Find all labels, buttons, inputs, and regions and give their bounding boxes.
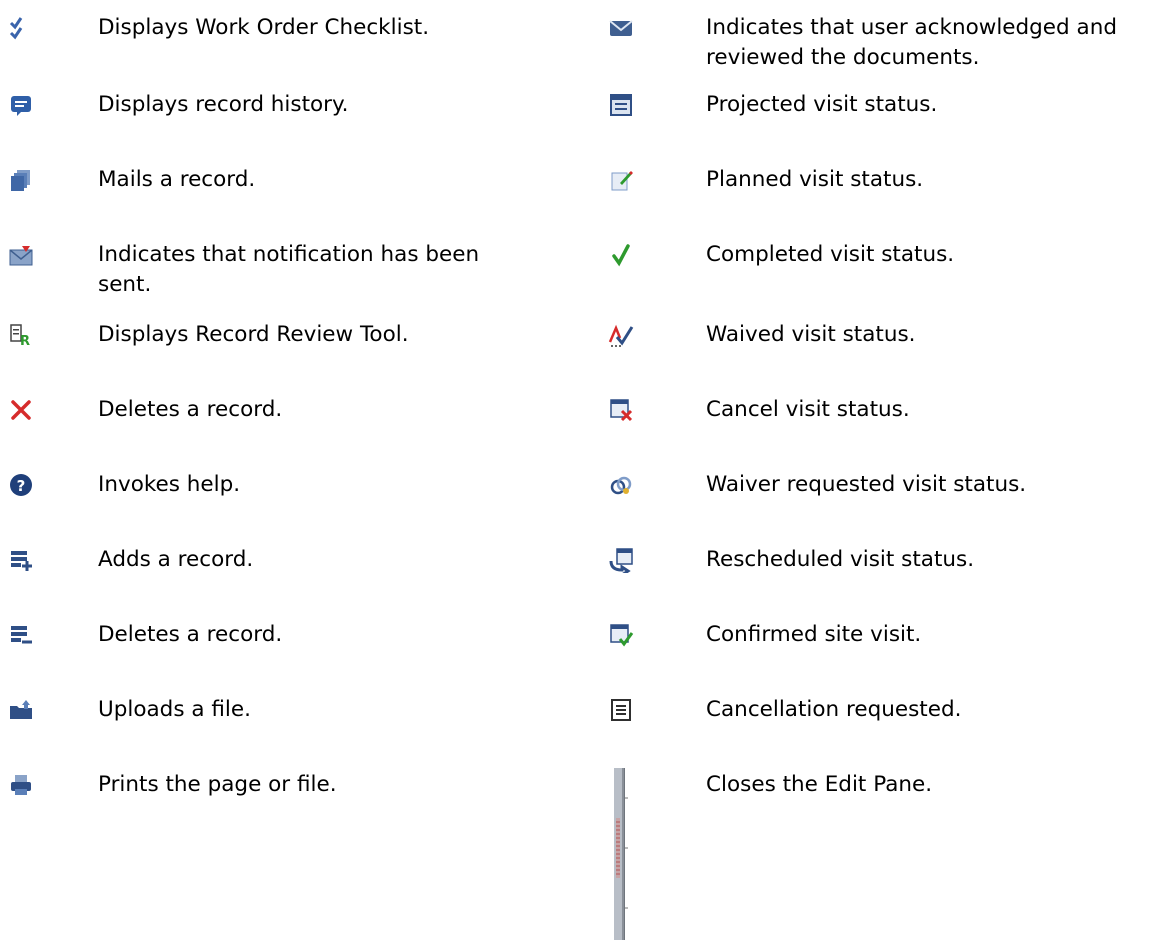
waived-visit-icon bbox=[608, 322, 634, 348]
legend-description: Displays record history. bbox=[98, 92, 349, 117]
acknowledged-envelope-icon bbox=[608, 15, 634, 41]
print-icon bbox=[8, 772, 34, 798]
legend-description: Indicates that user acknowledged and rev… bbox=[706, 15, 1117, 70]
svg-text:?: ? bbox=[17, 477, 26, 495]
legend-description: Waiver requested visit status. bbox=[706, 472, 1027, 497]
checklist-icon bbox=[8, 15, 34, 41]
legend-description: Invokes help. bbox=[98, 472, 241, 497]
completed-visit-icon bbox=[608, 242, 634, 268]
planned-visit-icon bbox=[608, 167, 634, 193]
legend-description: Rescheduled visit status. bbox=[706, 547, 975, 572]
legend-description: Cancellation requested. bbox=[706, 697, 962, 722]
legend-description: Waived visit status. bbox=[706, 322, 916, 347]
legend-description: Adds a record. bbox=[98, 547, 254, 572]
edit-pane-splitter-icon bbox=[608, 768, 634, 940]
legend-description: Closes the Edit Pane. bbox=[706, 772, 933, 797]
cancel-visit-icon bbox=[608, 397, 634, 423]
rescheduled-visit-icon bbox=[608, 547, 634, 573]
delete-x-icon bbox=[8, 397, 34, 423]
legend-description: Deletes a record. bbox=[98, 397, 283, 422]
projected-visit-icon bbox=[608, 92, 634, 118]
legend-description: Prints the page or file. bbox=[98, 772, 337, 797]
legend-description: Indicates that notification has been sen… bbox=[98, 242, 480, 297]
legend-description: Planned visit status. bbox=[706, 167, 924, 192]
help-icon: ? bbox=[8, 472, 34, 498]
legend-description: Uploads a file. bbox=[98, 697, 251, 722]
legend-description: Cancel visit status. bbox=[706, 397, 910, 422]
svg-text:R: R bbox=[20, 334, 30, 348]
legend-description: Displays Record Review Tool. bbox=[98, 322, 409, 347]
legend-description: Deletes a record. bbox=[98, 622, 283, 647]
record-history-icon bbox=[8, 92, 34, 118]
mail-record-icon bbox=[8, 167, 34, 193]
delete-record-icon bbox=[8, 622, 34, 648]
waiver-requested-icon bbox=[608, 472, 634, 498]
notification-sent-icon bbox=[8, 242, 34, 268]
confirmed-site-visit-icon bbox=[608, 622, 634, 648]
add-record-icon bbox=[8, 547, 34, 573]
legend-description: Mails a record. bbox=[98, 167, 256, 192]
upload-file-icon bbox=[8, 697, 34, 723]
legend-description: Completed visit status. bbox=[706, 242, 955, 267]
legend-description: Projected visit status. bbox=[706, 92, 938, 117]
record-review-tool-icon: R bbox=[8, 322, 34, 348]
legend-description: Displays Work Order Checklist. bbox=[98, 15, 430, 40]
legend-description: Confirmed site visit. bbox=[706, 622, 922, 647]
cancellation-requested-icon bbox=[608, 697, 634, 723]
